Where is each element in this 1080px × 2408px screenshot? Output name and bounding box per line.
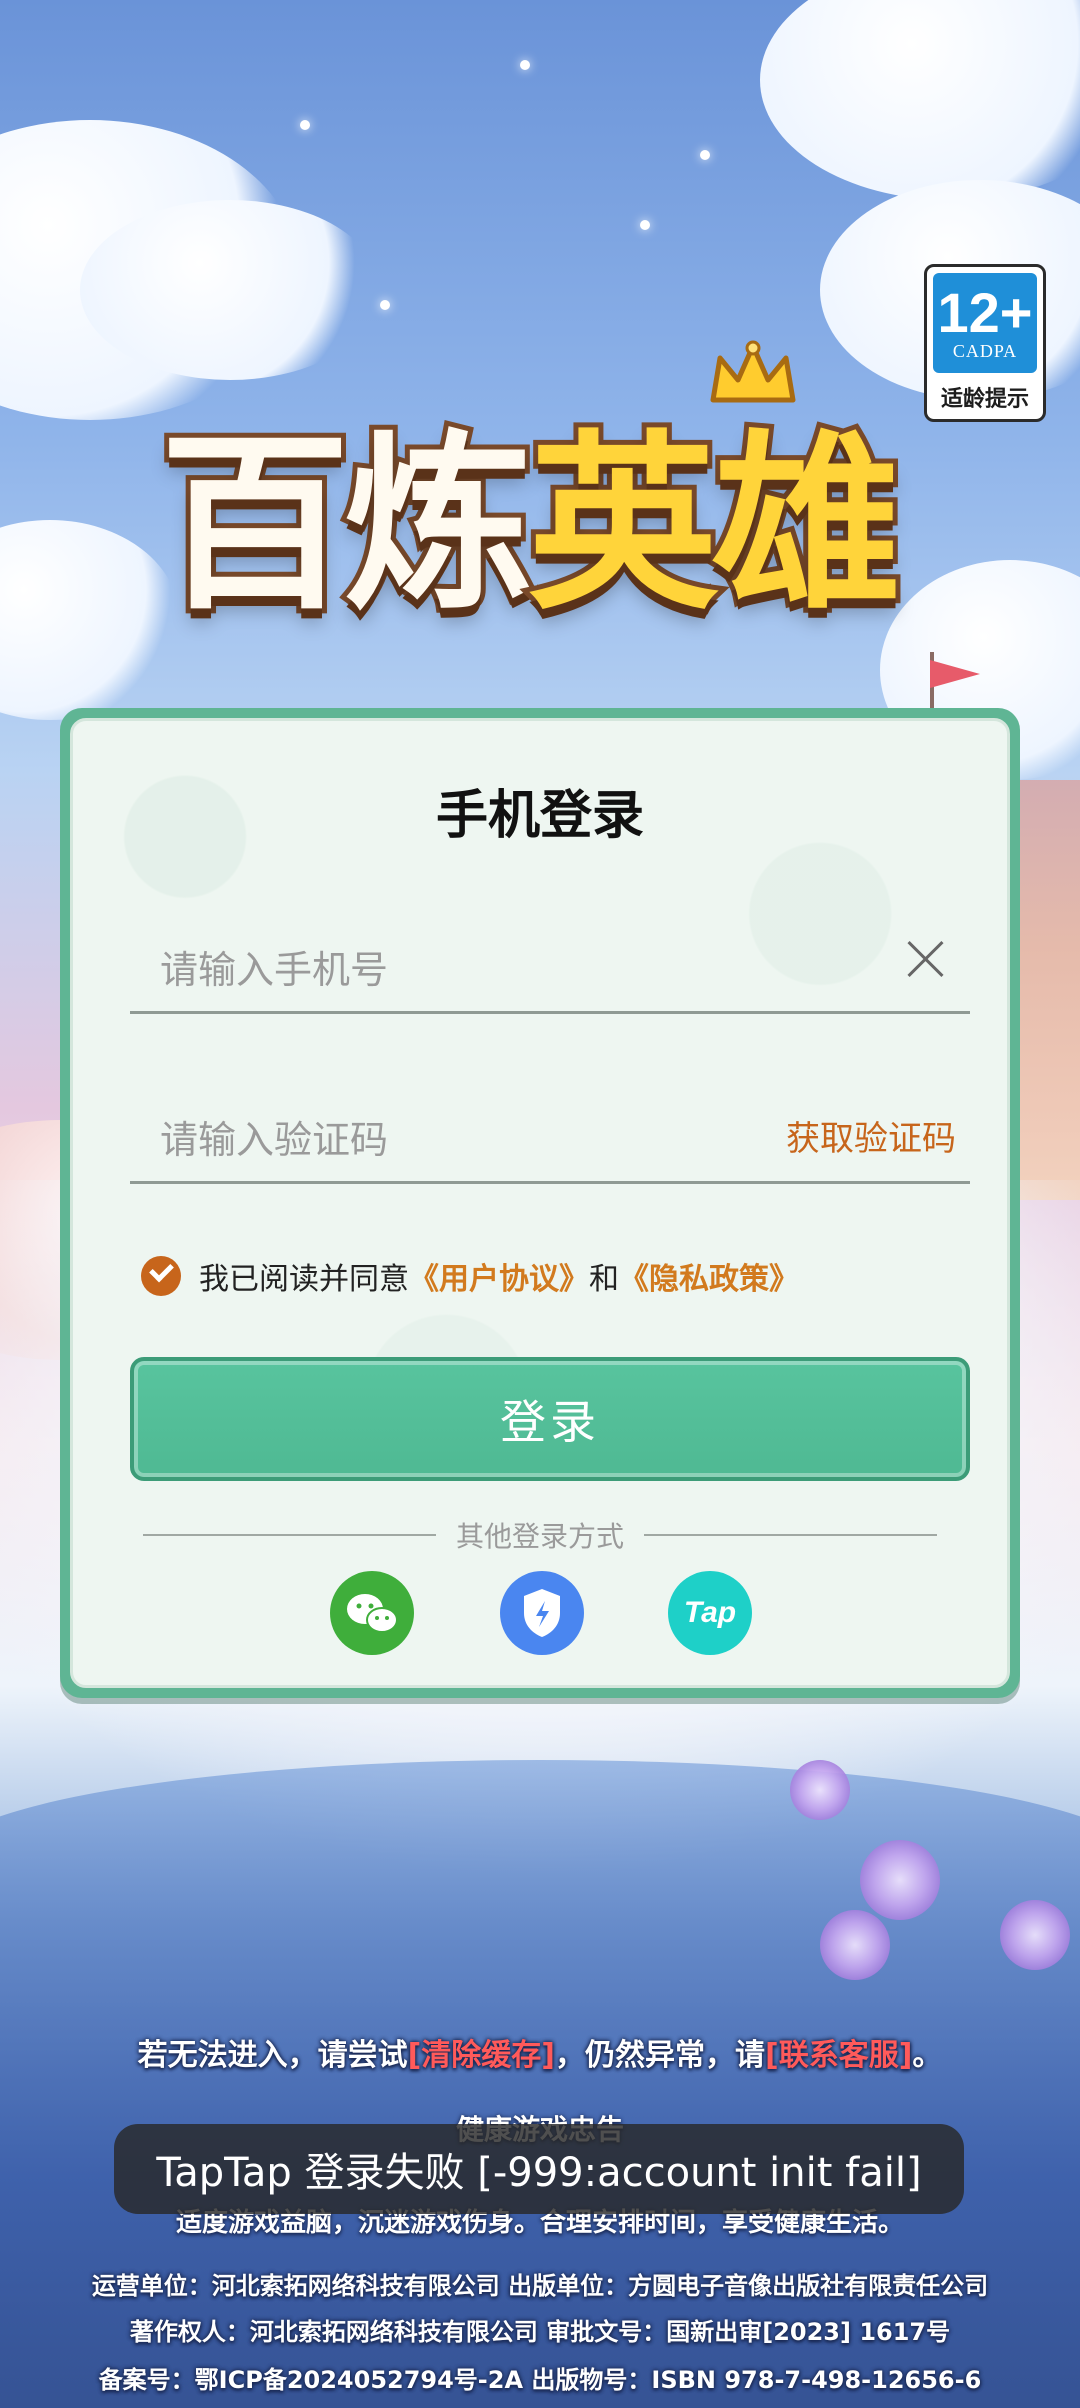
legal-line-operator: 运营单位：河北索拓网络科技有限公司 出版单位：方圆电子音像出版社有限责任公司 bbox=[91, 2272, 989, 2300]
login-card: 手机登录 请输入手机号 请输入验证码 获取验证码 我已阅读并同意 《用户协议》 … bbox=[60, 708, 1020, 1698]
user-agreement-link[interactable]: 《用户协议》 bbox=[409, 1254, 589, 1298]
taptap-icon: Tap bbox=[683, 1596, 737, 1629]
age-rating-badge: 12+ CADPA 适龄提示 bbox=[924, 264, 1046, 422]
error-toast: TapTap 登录失败 [-999:account init fail] bbox=[114, 2124, 964, 2214]
flower bbox=[1000, 1900, 1070, 1970]
and-text: 和 bbox=[589, 1262, 619, 1297]
checkbox-checked-icon[interactable] bbox=[141, 1256, 181, 1296]
cloud bbox=[760, 0, 1080, 200]
star bbox=[520, 60, 530, 70]
login-card-body: 手机登录 请输入手机号 请输入验证码 获取验证码 我已阅读并同意 《用户协议》 … bbox=[70, 718, 1010, 1688]
code-input[interactable]: 请输入验证码 bbox=[160, 1109, 388, 1164]
game-logo-part1: 百炼 bbox=[155, 409, 539, 640]
help-tip-prefix: 若无法进入，请尝试 bbox=[137, 2038, 408, 2073]
phone-field[interactable]: 请输入手机号 bbox=[130, 911, 970, 1014]
star bbox=[380, 300, 390, 310]
login-button[interactable]: 登录 bbox=[130, 1357, 970, 1481]
help-tip-middle: ，仍然异常，请 bbox=[555, 2038, 765, 2073]
help-tip: 若无法进入，请尝试[清除缓存]，仍然异常，请[联系客服]。 bbox=[0, 2030, 1080, 2074]
code-field[interactable]: 请输入验证码 获取验证码 bbox=[130, 1081, 970, 1184]
legal-line-copyright: 著作权人：河北索拓网络科技有限公司 审批文号：国新出审[2023] 1617号 bbox=[129, 2318, 951, 2346]
help-tip-suffix: 。 bbox=[912, 2038, 943, 2073]
flower bbox=[820, 1910, 890, 1980]
get-code-button[interactable]: 获取验证码 bbox=[786, 1111, 956, 1160]
login-title: 手机登录 bbox=[435, 786, 644, 846]
divider-line bbox=[143, 1534, 436, 1536]
agreement-row: 我已阅读并同意 《用户协议》 和 《隐私政策》 bbox=[141, 1251, 799, 1301]
game-logo-text: 百炼英雄 bbox=[155, 370, 907, 645]
phone-input[interactable]: 请输入手机号 bbox=[160, 939, 388, 994]
age-rating-org: CADPA bbox=[952, 341, 1018, 361]
star bbox=[300, 120, 310, 130]
shield-icon bbox=[524, 1589, 560, 1637]
game-logo-part2: 英雄 bbox=[523, 409, 907, 640]
clear-icon[interactable] bbox=[904, 937, 948, 981]
legal-line-registration: 备案号：鄂ICP备2024052794号-2A 出版物号：ISBN 978-7-… bbox=[98, 2366, 982, 2394]
wechat-icon bbox=[347, 1594, 398, 1633]
game-logo: 百炼英雄 bbox=[155, 340, 920, 680]
age-rating-icon: 12+ CADPA bbox=[933, 273, 1037, 373]
divider-line bbox=[644, 1534, 938, 1536]
flower bbox=[790, 1760, 850, 1820]
taptap-login-button[interactable]: Tap bbox=[668, 1571, 752, 1655]
crown-icon bbox=[710, 340, 796, 403]
other-login-divider: 其他登录方式 bbox=[143, 1515, 938, 1555]
star bbox=[640, 220, 650, 230]
agree-text: 我已阅读并同意 bbox=[199, 1262, 409, 1297]
contact-service-link[interactable]: [联系客服] bbox=[765, 2038, 912, 2073]
flag bbox=[930, 660, 980, 688]
cloud bbox=[0, 520, 180, 720]
age-rating-number: 12+ bbox=[937, 281, 1033, 344]
wechat-login-button[interactable] bbox=[330, 1571, 414, 1655]
age-rating-tip: 适龄提示 bbox=[940, 387, 1029, 412]
privacy-policy-link[interactable]: 《隐私政策》 bbox=[619, 1254, 799, 1298]
clear-cache-link[interactable]: [清除缓存] bbox=[408, 2038, 555, 2073]
star bbox=[700, 150, 710, 160]
shield-login-button[interactable] bbox=[500, 1571, 584, 1655]
flower bbox=[860, 1840, 940, 1920]
other-login-label: 其他登录方式 bbox=[456, 1520, 625, 1553]
